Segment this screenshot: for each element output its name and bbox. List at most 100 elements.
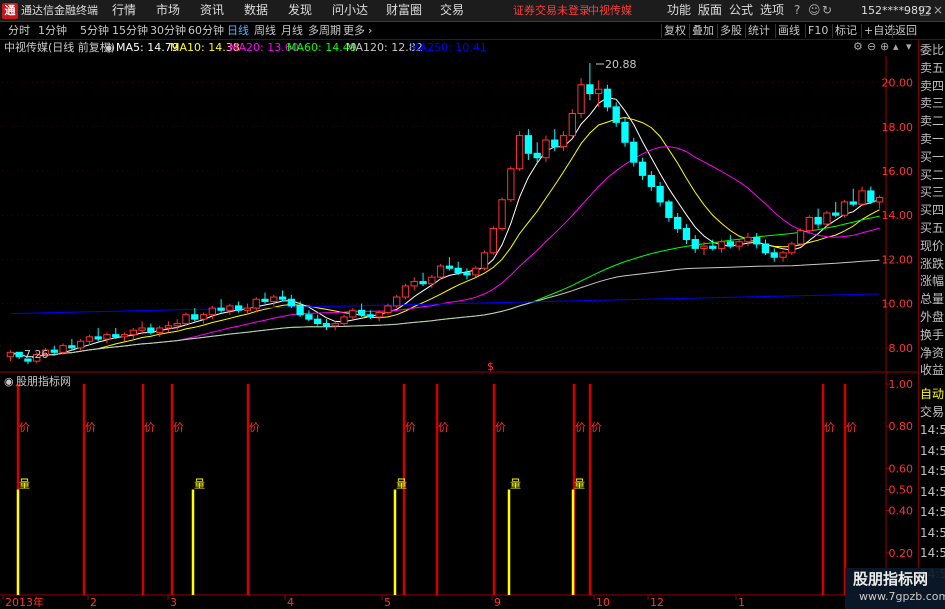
- candle-body[interactable]: [691, 239, 699, 249]
- indicator-collapse-icon[interactable]: ◉: [4, 375, 14, 389]
- candle-body[interactable]: [489, 227, 497, 254]
- candle-body[interactable]: [840, 201, 849, 216]
- candle-body[interactable]: [858, 190, 866, 205]
- candle-body[interactable]: [586, 84, 594, 95]
- candle-body[interactable]: [647, 174, 655, 187]
- candle-body[interactable]: [393, 296, 401, 307]
- candle-body[interactable]: [726, 241, 735, 247]
- candle-body[interactable]: [322, 323, 331, 327]
- candle-body[interactable]: [217, 307, 225, 311]
- candle-body[interactable]: [226, 305, 234, 311]
- candle-body[interactable]: [15, 351, 23, 358]
- candle-body[interactable]: [753, 236, 761, 245]
- candle-body[interactable]: [665, 201, 673, 218]
- candle-body[interactable]: [796, 230, 805, 245]
- candle-body[interactable]: [788, 243, 796, 254]
- price-chart[interactable]: 8.00 10.00 12.00 14.00 16.00 18.00 20.00 1.00 0…: [0, 0, 945, 609]
- candle-body[interactable]: [208, 307, 216, 316]
- candle-body[interactable]: [761, 243, 770, 254]
- candle-body[interactable]: [6, 351, 15, 358]
- candle-body[interactable]: [454, 267, 462, 274]
- candle-body[interactable]: [638, 161, 647, 176]
- candle-body[interactable]: [384, 305, 392, 314]
- candle-body[interactable]: [445, 265, 454, 269]
- candle-body[interactable]: [112, 334, 120, 338]
- candle-body[interactable]: [709, 245, 717, 249]
- candle-body[interactable]: [270, 296, 278, 302]
- candle-body[interactable]: [594, 88, 603, 95]
- candle-body[interactable]: [243, 307, 252, 311]
- candle-body[interactable]: [261, 298, 269, 302]
- candle-body[interactable]: [129, 329, 137, 336]
- candle-body[interactable]: [50, 349, 58, 353]
- candle-body[interactable]: [551, 139, 559, 148]
- candle-body[interactable]: [700, 245, 708, 249]
- candle-body[interactable]: [375, 312, 383, 318]
- candle-body[interactable]: [823, 212, 831, 225]
- candle-body[interactable]: [366, 314, 375, 318]
- candle-body[interactable]: [682, 227, 691, 241]
- candle-body[interactable]: [419, 281, 427, 285]
- candle-body[interactable]: [68, 345, 76, 349]
- candle-body[interactable]: [568, 112, 576, 137]
- candle-body[interactable]: [103, 334, 111, 340]
- candle-body[interactable]: [401, 285, 410, 298]
- candle-body[interactable]: [674, 216, 682, 229]
- candle-body[interactable]: [428, 276, 436, 285]
- candle-body[interactable]: [235, 305, 243, 311]
- candle-body[interactable]: [779, 252, 787, 258]
- candle-body[interactable]: [287, 298, 296, 307]
- candle-body[interactable]: [436, 265, 445, 278]
- candle-body[interactable]: [59, 345, 67, 353]
- candle-body[interactable]: [85, 336, 94, 342]
- candle-body[interactable]: [524, 135, 533, 154]
- candle-body[interactable]: [252, 298, 260, 309]
- candle-body[interactable]: [173, 323, 181, 327]
- candle-body[interactable]: [480, 252, 489, 269]
- candle-body[interactable]: [331, 323, 339, 327]
- candle-body[interactable]: [472, 267, 480, 276]
- candle-body[interactable]: [463, 272, 471, 276]
- candle-body[interactable]: [498, 199, 506, 229]
- candle-body[interactable]: [770, 252, 778, 258]
- candle-body[interactable]: [349, 309, 357, 318]
- candle-body[interactable]: [656, 185, 664, 203]
- candle-body[interactable]: [507, 168, 515, 201]
- candle-body[interactable]: [296, 305, 304, 316]
- candle-body[interactable]: [744, 236, 752, 243]
- candle-body[interactable]: [533, 152, 541, 159]
- candle-body[interactable]: [805, 216, 814, 232]
- candle-body[interactable]: [814, 216, 822, 225]
- candle-body[interactable]: [191, 314, 199, 320]
- candle-body[interactable]: [559, 135, 568, 148]
- candle-body[interactable]: [849, 201, 857, 205]
- candle-body[interactable]: [340, 316, 348, 325]
- candle-body[interactable]: [305, 314, 313, 320]
- candle-body[interactable]: [867, 190, 875, 203]
- candle-body[interactable]: [577, 84, 585, 114]
- candle-body[interactable]: [314, 318, 322, 325]
- candle-body[interactable]: [164, 325, 173, 329]
- candle-body[interactable]: [630, 141, 638, 163]
- candle-body[interactable]: [138, 327, 146, 331]
- auto-trade-button[interactable]: 自动: [920, 384, 945, 404]
- candle-body[interactable]: [515, 135, 524, 170]
- candle-body[interactable]: [410, 281, 418, 287]
- candle-body[interactable]: [278, 296, 287, 300]
- candle-body[interactable]: [357, 309, 366, 316]
- candle-body[interactable]: [199, 314, 208, 320]
- candle-body[interactable]: [120, 334, 129, 338]
- candle-body[interactable]: [612, 106, 620, 123]
- candle-body[interactable]: [94, 336, 102, 340]
- candle-body[interactable]: [182, 314, 190, 325]
- candle-body[interactable]: [76, 340, 85, 349]
- candle-body[interactable]: [542, 139, 550, 159]
- candle-body[interactable]: [603, 88, 612, 108]
- candle-body[interactable]: [832, 212, 840, 216]
- candle-body[interactable]: [735, 241, 743, 247]
- candle-body[interactable]: [875, 197, 884, 203]
- candle-body[interactable]: [621, 121, 629, 143]
- trade-button[interactable]: 交易: [920, 402, 945, 422]
- candle-body[interactable]: [155, 327, 164, 333]
- candle-body[interactable]: [147, 327, 155, 333]
